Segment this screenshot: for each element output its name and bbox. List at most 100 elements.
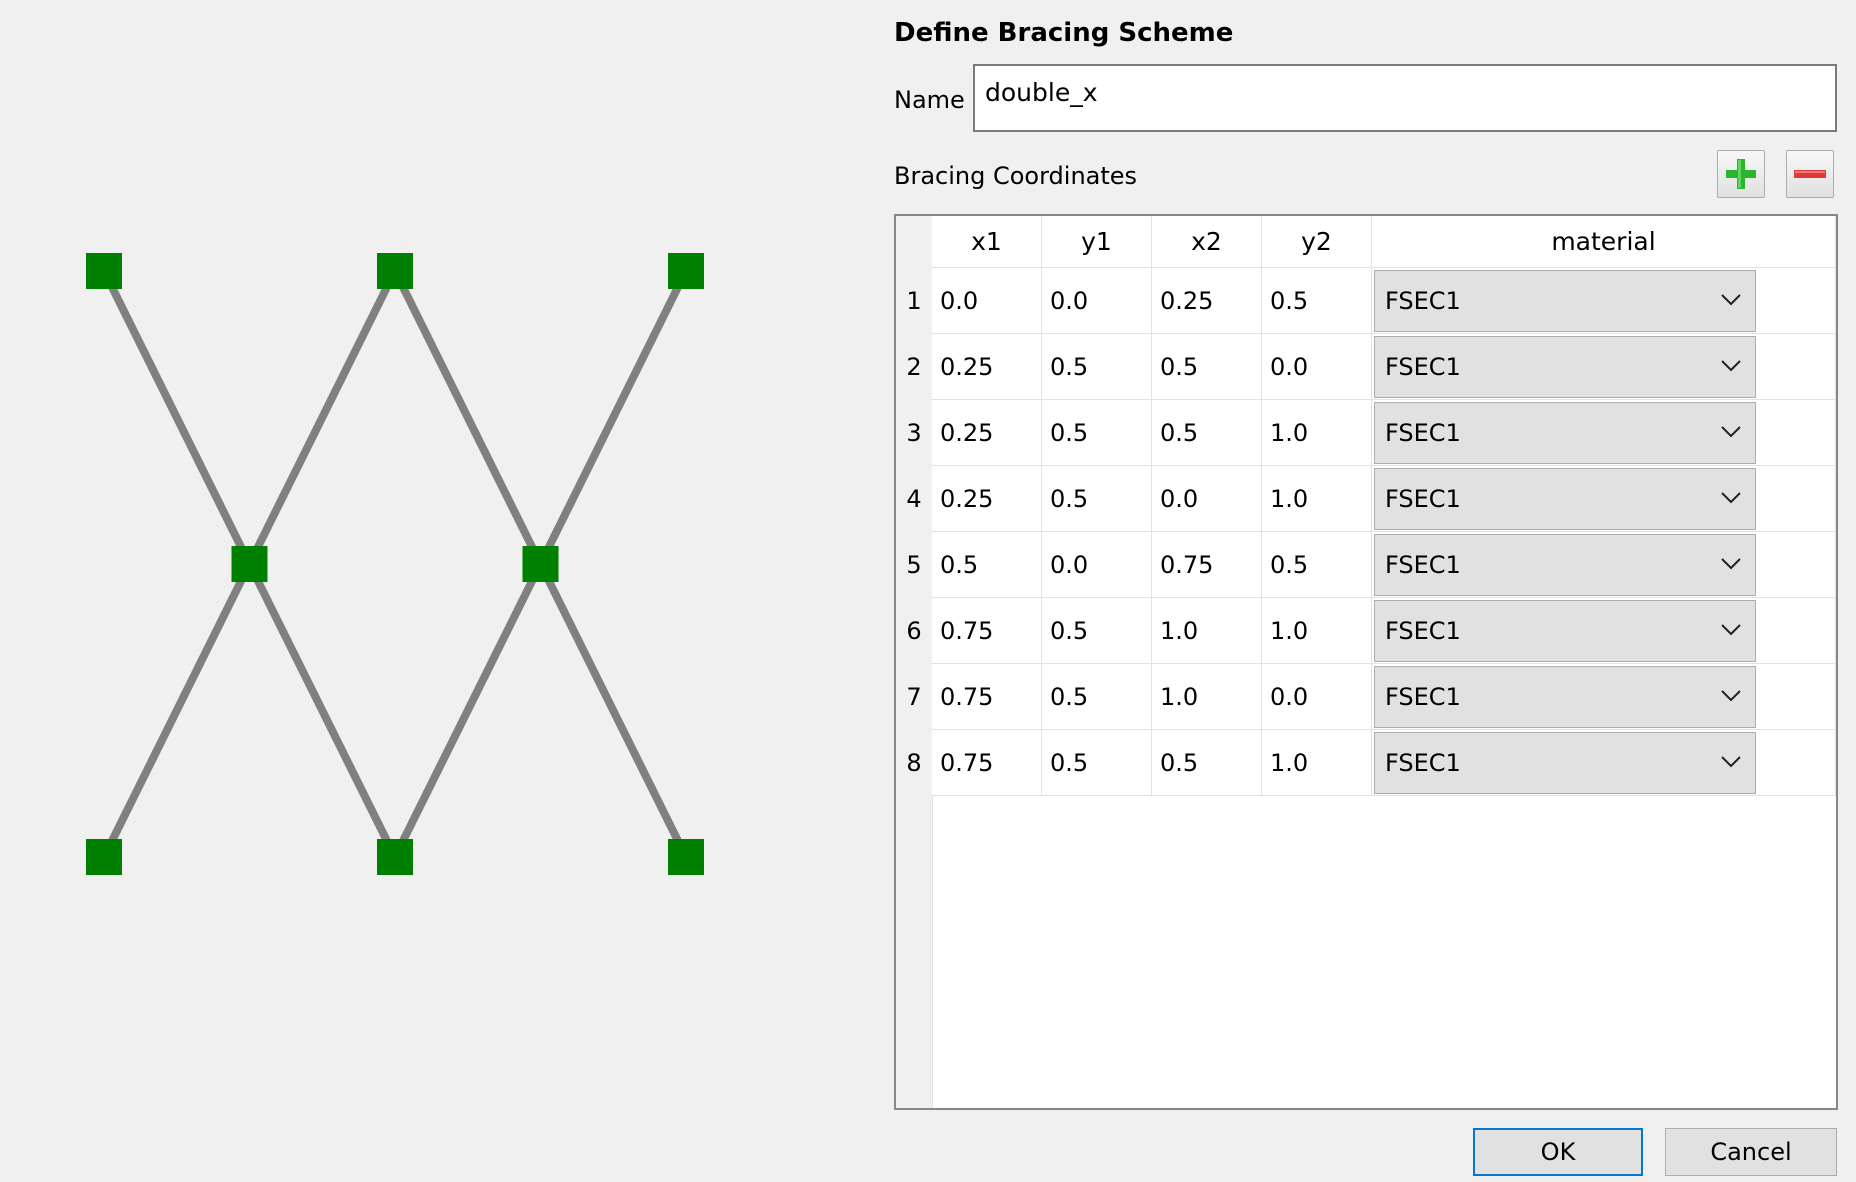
cell-y1[interactable]: 0.0: [1042, 268, 1152, 334]
brace-node: [377, 839, 413, 875]
cell-y1[interactable]: 0.5: [1042, 664, 1152, 730]
chevron-down-icon: [1719, 469, 1743, 529]
table-row: 6 0.75 0.5 1.0 1.0 FSEC1: [896, 598, 1836, 664]
cell-x1[interactable]: 0.0: [932, 268, 1042, 334]
cell-x2[interactable]: 0.0: [1152, 466, 1262, 532]
material-value: FSEC1: [1385, 683, 1461, 711]
column-header-x1[interactable]: x1: [932, 216, 1042, 268]
table-row: 3 0.25 0.5 0.5 1.0 FSEC1: [896, 400, 1836, 466]
plus-icon: [1726, 159, 1756, 189]
brace-node: [86, 253, 122, 289]
cell-y1[interactable]: 0.5: [1042, 598, 1152, 664]
cell-y2[interactable]: 0.0: [1262, 664, 1372, 730]
brace-node: [522, 546, 559, 582]
cell-y2[interactable]: 0.5: [1262, 532, 1372, 598]
row-number[interactable]: 5: [896, 532, 932, 598]
chevron-down-icon: [1719, 535, 1743, 595]
material-value: FSEC1: [1385, 485, 1461, 513]
row-number[interactable]: 3: [896, 400, 932, 466]
add-row-button[interactable]: [1717, 150, 1765, 198]
bracing-dialog: Define Bracing Scheme Name Bracing Coord…: [0, 0, 1856, 1182]
row-number[interactable]: 8: [896, 730, 932, 796]
bracing-coordinates-table: x1 y1 x2 y2 material 1 0.0 0.0 0.25 0.5 FSEC1…: [894, 214, 1838, 1110]
cell-x1[interactable]: 0.5: [932, 532, 1042, 598]
cell-x1[interactable]: 0.25: [932, 400, 1042, 466]
brace-node: [668, 839, 704, 875]
material-select[interactable]: FSEC1: [1374, 666, 1756, 728]
bracing-preview: [0, 0, 880, 1182]
material-value: FSEC1: [1385, 419, 1461, 447]
material-select[interactable]: FSEC1: [1374, 402, 1756, 464]
cell-y2[interactable]: 1.0: [1262, 400, 1372, 466]
cell-y2[interactable]: 1.0: [1262, 730, 1372, 796]
column-header-x2[interactable]: x2: [1152, 216, 1262, 268]
cell-y1[interactable]: 0.0: [1042, 532, 1152, 598]
brace-node: [377, 253, 413, 289]
material-select[interactable]: FSEC1: [1374, 600, 1756, 662]
ok-button[interactable]: OK: [1473, 1128, 1643, 1176]
cell-x1[interactable]: 0.25: [932, 334, 1042, 400]
cell-x2[interactable]: 0.5: [1152, 334, 1262, 400]
chevron-down-icon: [1719, 337, 1743, 397]
cell-x2[interactable]: 0.75: [1152, 532, 1262, 598]
cell-y1[interactable]: 0.5: [1042, 730, 1152, 796]
row-number[interactable]: 7: [896, 664, 932, 730]
cell-y2[interactable]: 0.0: [1262, 334, 1372, 400]
row-number[interactable]: 4: [896, 466, 932, 532]
cell-y1[interactable]: 0.5: [1042, 400, 1152, 466]
cell-x2[interactable]: 0.5: [1152, 400, 1262, 466]
cell-y2[interactable]: 0.5: [1262, 268, 1372, 334]
chevron-down-icon: [1719, 667, 1743, 727]
table-row: 7 0.75 0.5 1.0 0.0 FSEC1: [896, 664, 1836, 730]
brace-member: [536, 269, 690, 566]
row-number[interactable]: 1: [896, 268, 932, 334]
row-number[interactable]: 2: [896, 334, 932, 400]
table-row: 8 0.75 0.5 0.5 1.0 FSEC1: [896, 730, 1836, 796]
cell-x1[interactable]: 0.25: [932, 466, 1042, 532]
cell-y2[interactable]: 1.0: [1262, 466, 1372, 532]
cell-x1[interactable]: 0.75: [932, 730, 1042, 796]
bracing-coordinates-label: Bracing Coordinates: [894, 162, 1138, 190]
material-value: FSEC1: [1385, 617, 1461, 645]
cell-x2[interactable]: 1.0: [1152, 598, 1262, 664]
material-select[interactable]: FSEC1: [1374, 732, 1756, 794]
bracing-diagram: [86, 253, 704, 875]
cell-y1[interactable]: 0.5: [1042, 466, 1152, 532]
column-header-y1[interactable]: y1: [1042, 216, 1152, 268]
name-input[interactable]: [973, 64, 1837, 132]
brace-member: [100, 269, 254, 566]
cell-x2[interactable]: 0.25: [1152, 268, 1262, 334]
material-select[interactable]: FSEC1: [1374, 336, 1756, 398]
brace-member: [245, 269, 399, 566]
material-value: FSEC1: [1385, 353, 1461, 381]
cell-x1[interactable]: 0.75: [932, 598, 1042, 664]
cell-x2[interactable]: 0.5: [1152, 730, 1262, 796]
chevron-down-icon: [1719, 271, 1743, 331]
chevron-down-icon: [1719, 733, 1743, 793]
material-select[interactable]: FSEC1: [1374, 270, 1756, 332]
brace-node: [231, 546, 268, 582]
row-number[interactable]: 6: [896, 598, 932, 664]
table-row: 4 0.25 0.5 0.0 1.0 FSEC1: [896, 466, 1836, 532]
material-value: FSEC1: [1385, 551, 1461, 579]
table-row: 5 0.5 0.0 0.75 0.5 FSEC1: [896, 532, 1836, 598]
remove-row-button[interactable]: [1786, 150, 1834, 198]
table-row: 2 0.25 0.5 0.5 0.0 FSEC1: [896, 334, 1836, 400]
material-value: FSEC1: [1385, 287, 1461, 315]
brace-node: [668, 253, 704, 289]
cell-y1[interactable]: 0.5: [1042, 334, 1152, 400]
cell-x2[interactable]: 1.0: [1152, 664, 1262, 730]
minus-icon: [1794, 170, 1826, 178]
material-select[interactable]: FSEC1: [1374, 468, 1756, 530]
cell-y2[interactable]: 1.0: [1262, 598, 1372, 664]
brace-member: [536, 562, 690, 859]
column-header-material[interactable]: material: [1372, 216, 1836, 268]
cancel-button[interactable]: Cancel: [1665, 1128, 1837, 1176]
cell-x1[interactable]: 0.75: [932, 664, 1042, 730]
material-select[interactable]: FSEC1: [1374, 534, 1756, 596]
table-row: 1 0.0 0.0 0.25 0.5 FSEC1: [896, 268, 1836, 334]
column-header-y2[interactable]: y2: [1262, 216, 1372, 268]
chevron-down-icon: [1719, 601, 1743, 661]
brace-member: [100, 562, 254, 859]
chevron-down-icon: [1719, 403, 1743, 463]
